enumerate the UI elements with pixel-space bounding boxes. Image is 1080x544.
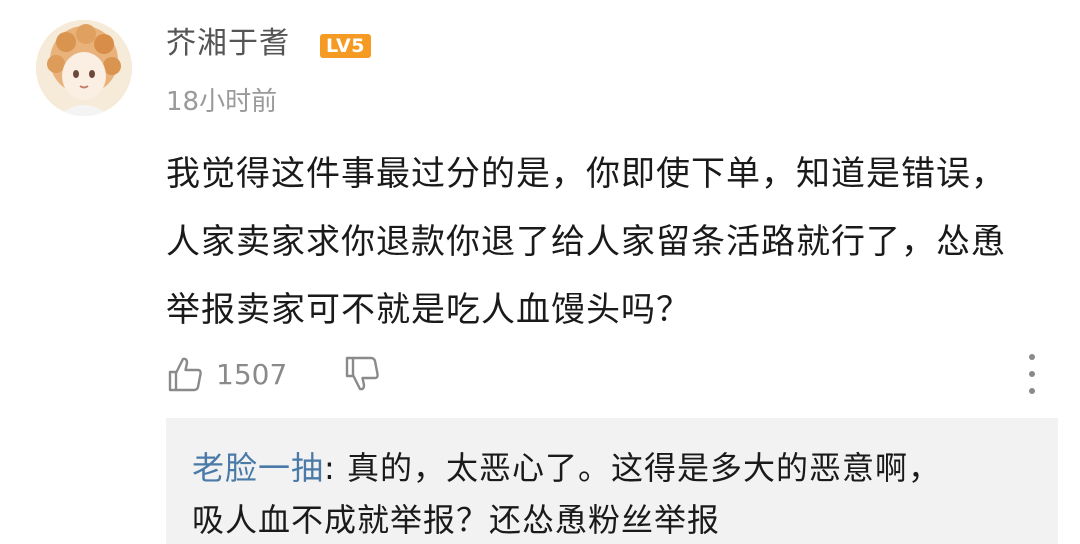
more-options-button[interactable] [1018,354,1046,394]
reply-separator: : [324,449,347,487]
comment-text-line: 人家卖家求你退款你退了给人家留条活路就行了，怂恿 [166,222,1006,262]
reply-line: 老脸一抽: 真的，太恶心了。这得是多大的恶意啊， [192,442,941,494]
dislike-button[interactable] [343,355,381,393]
comment-card: 芥湘于耆 LV5 18小时前 我觉得这件事最过分的是，你即使下单，知道是错误， … [0,0,1080,544]
action-row: 1507 [166,348,381,400]
comment-text-line: 我觉得这件事最过分的是，你即使下单，知道是错误， [166,154,1006,194]
avatar-image [36,20,132,116]
reply-text-line: 吸人血不成就举报？还怂恿粉丝举报 [192,501,721,539]
avatar[interactable] [36,20,132,116]
like-count: 1507 [216,357,288,391]
more-vertical-icon [1029,371,1035,377]
thumbs-down-icon [346,356,380,391]
reply-box[interactable]: 老脸一抽: 真的，太恶心了。这得是多大的恶意啊， 吸人血不成就举报？还怂恿粉丝举… [166,418,1058,544]
reply-text-line: 真的，太恶心了。这得是多大的恶意啊， [346,449,941,487]
reply-text: 老脸一抽: 真的，太恶心了。这得是多大的恶意啊， 吸人血不成就举报？还怂恿粉丝举… [192,442,941,544]
username[interactable]: 芥湘于耆 [166,22,290,66]
level-badge: LV5 [320,34,371,58]
thumbs-up-icon [168,357,202,392]
timestamp: 18小时前 [166,87,278,117]
reply-author[interactable]: 老脸一抽 [192,449,324,487]
more-vertical-icon [1029,388,1035,394]
comment-text-line: 举报卖家可不就是吃人血馒头吗？ [166,290,691,330]
comment-text: 我觉得这件事最过分的是，你即使下单，知道是错误， 人家卖家求你退款你退了给人家留… [166,140,1056,344]
more-vertical-icon [1029,354,1035,360]
like-button[interactable]: 1507 [166,355,287,393]
